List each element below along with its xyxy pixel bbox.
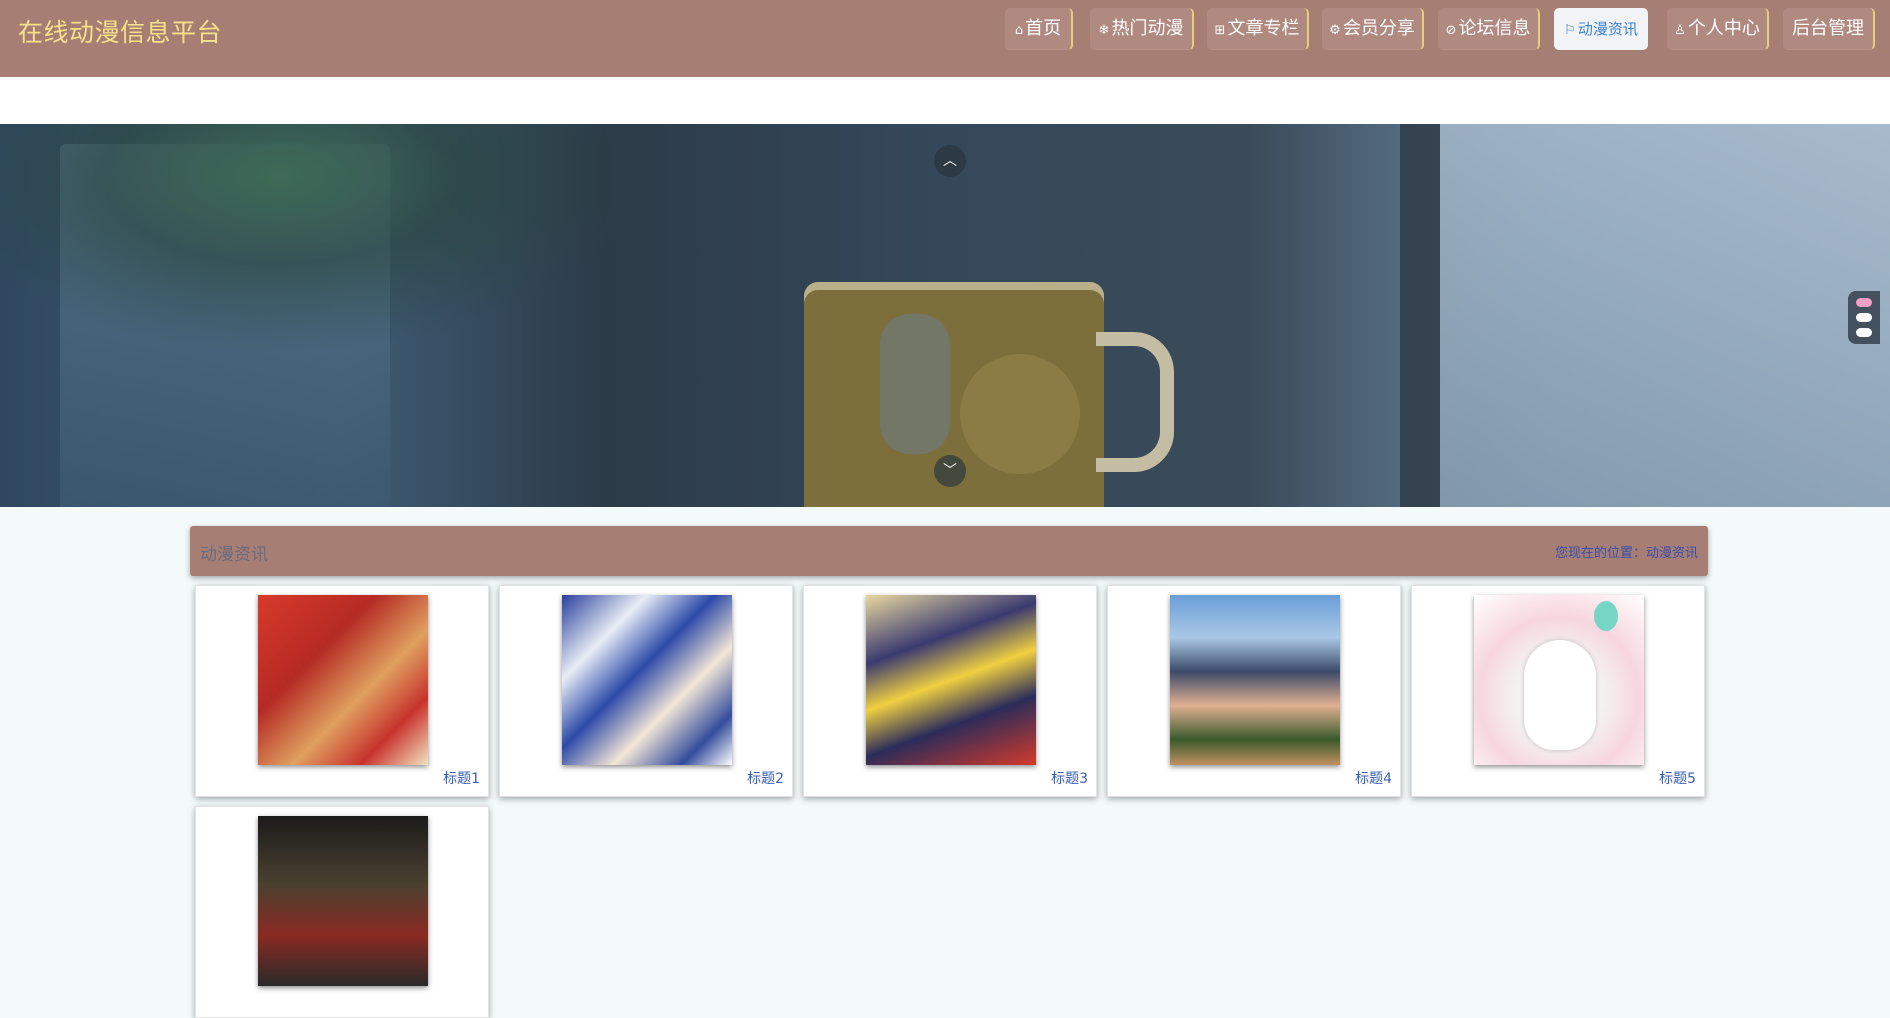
nav-item-label: 论坛信息 — [1458, 18, 1531, 39]
nav-item-label: 后台管理 — [1792, 18, 1864, 39]
nav-item-member-share[interactable]: ⚙ 会员分享 — [1322, 8, 1424, 50]
cog-icon: ⚙ — [1329, 23, 1341, 38]
news-card-title[interactable]: 标题5 — [1659, 768, 1696, 788]
news-card-title[interactable]: 标题4 — [1355, 768, 1392, 788]
news-card[interactable]: 标题3 — [803, 585, 1097, 797]
chevron-down-icon[interactable]: ﹀ — [934, 455, 966, 487]
news-card-image[interactable] — [258, 816, 428, 986]
news-card[interactable]: 标题4 — [1107, 585, 1401, 797]
nav-item-label: 文章专栏 — [1227, 18, 1300, 39]
nav-item-label: 个人中心 — [1687, 18, 1760, 39]
news-card[interactable] — [195, 806, 489, 1018]
breadcrumb[interactable]: 您现在的位置：动漫资讯 — [1555, 542, 1698, 561]
news-card-title[interactable]: 标题2 — [747, 768, 784, 788]
nav-item-label: 动漫资讯 — [1577, 20, 1638, 38]
section-header: 动漫资讯 您现在的位置：动漫资讯 — [190, 526, 1708, 576]
news-card-image[interactable] — [866, 595, 1036, 765]
home-icon: ⌂ — [1014, 23, 1024, 38]
nav-item-articles[interactable]: ⊞ 文章专栏 — [1207, 8, 1309, 50]
header-spacer — [0, 77, 1890, 124]
carousel-dot-2[interactable] — [1856, 313, 1872, 322]
top-navbar: 在线动漫信息平台 ⌂ 首页 ❄ 热门动漫 ⊞ 文章专栏 ⚙ 会员分享 ⊘ 论坛信息 ⚐ 动漫… — [0, 0, 1890, 77]
gift-icon: ⊞ — [1214, 23, 1226, 38]
nav-item-home[interactable]: ⌂ 首页 — [1005, 8, 1073, 50]
news-card[interactable]: 标题2 — [499, 585, 793, 797]
carousel-dot-1[interactable] — [1856, 298, 1872, 307]
nav-item-admin[interactable]: 后台管理 — [1783, 8, 1875, 50]
carousel-dot-3[interactable] — [1856, 328, 1872, 337]
news-card-image[interactable] — [258, 595, 428, 765]
news-card-title[interactable]: 标题1 — [443, 768, 480, 788]
news-card-image[interactable] — [1170, 595, 1340, 765]
snowflake-icon: ❄ — [1098, 23, 1110, 38]
carousel-indicators — [1848, 291, 1880, 344]
nav-item-profile[interactable]: ♙ 个人中心 — [1667, 8, 1769, 50]
news-card-image[interactable] — [562, 595, 732, 765]
news-card[interactable]: 标题1 — [195, 585, 489, 797]
nav-item-forum[interactable]: ⊘ 论坛信息 — [1438, 8, 1540, 50]
flag-icon: ⚐ — [1564, 23, 1576, 38]
nav-item-label: 热门动漫 — [1111, 18, 1184, 39]
news-card-title[interactable]: 标题3 — [1051, 768, 1088, 788]
news-card-image[interactable] — [1474, 595, 1644, 765]
section-title: 动漫资讯 — [200, 545, 268, 565]
nav-item-hot-anime[interactable]: ❄ 热门动漫 — [1090, 8, 1194, 50]
nav-item-label: 首页 — [1025, 18, 1062, 39]
banner-carousel[interactable]: ︿ ﹀ — [0, 124, 1890, 507]
tag-icon: ⊘ — [1445, 23, 1457, 38]
main-nav: ⌂ 首页 ❄ 热门动漫 ⊞ 文章专栏 ⚙ 会员分享 ⊘ 论坛信息 ⚐ 动漫资讯 ♙ 个人中心 … — [0, 8, 1890, 52]
nav-item-label: 会员分享 — [1342, 18, 1415, 39]
nav-item-anime-news[interactable]: ⚐ 动漫资讯 — [1554, 8, 1648, 50]
news-card[interactable]: 标题5 — [1411, 585, 1705, 797]
chevron-up-icon[interactable]: ︿ — [934, 145, 966, 177]
user-icon: ♙ — [1674, 23, 1686, 38]
